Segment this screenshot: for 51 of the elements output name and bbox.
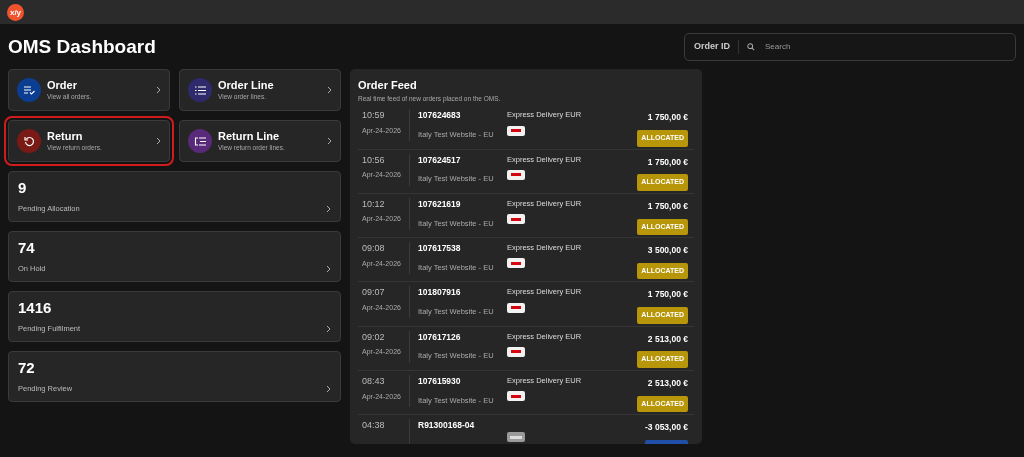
order-time: 09:02 bbox=[362, 330, 386, 344]
order-id[interactable]: 107624517 bbox=[418, 153, 507, 167]
stat-value: 72 bbox=[18, 359, 36, 377]
order-id[interactable]: 101807916 bbox=[418, 286, 507, 300]
chevron-icon bbox=[156, 137, 161, 145]
order-time: 09:08 bbox=[362, 242, 386, 256]
chevron-icon bbox=[326, 384, 331, 393]
search-filter-label[interactable]: Order ID bbox=[694, 40, 739, 54]
list-icon bbox=[194, 85, 206, 95]
order-amount: -3 053,00 € bbox=[645, 421, 688, 435]
return-list-icon bbox=[194, 136, 206, 146]
search-input[interactable]: Search bbox=[763, 40, 1006, 54]
order-time: 09:07 bbox=[362, 286, 386, 300]
order-id[interactable]: 107624683 bbox=[418, 109, 507, 122]
order-id[interactable]: 107617126 bbox=[418, 330, 507, 344]
order-amount: 1 750,00 € bbox=[647, 155, 688, 169]
order-amount: 1 750,00 € bbox=[647, 288, 688, 302]
order-id[interactable]: 107621619 bbox=[418, 197, 507, 211]
order-amount: 2 513,00 € bbox=[647, 377, 688, 390]
tile-title: Return bbox=[47, 129, 84, 143]
order-time: 10:56 bbox=[362, 153, 386, 167]
order-amount: 3 500,00 € bbox=[647, 244, 688, 257]
stat-value: 1416 bbox=[18, 299, 53, 317]
order-amount: 2 513,00 € bbox=[647, 332, 688, 346]
chevron-icon bbox=[326, 204, 331, 213]
order-id[interactable]: 107615930 bbox=[418, 375, 507, 388]
search-field[interactable]: Order ID Search bbox=[684, 33, 1016, 61]
app-logo[interactable]: x/y bbox=[7, 3, 24, 21]
chevron-icon bbox=[327, 137, 332, 145]
tile-title: Order bbox=[47, 78, 78, 92]
panel-title: Order Feed bbox=[358, 78, 418, 93]
order-time: 10:12 bbox=[362, 197, 386, 211]
chevron-icon bbox=[326, 264, 331, 273]
tile-title: Order Line bbox=[218, 78, 274, 92]
search-icon bbox=[747, 43, 755, 51]
stat-value: 74 bbox=[18, 239, 36, 257]
stat-value: 9 bbox=[18, 179, 28, 197]
tile-title: Return Line bbox=[218, 129, 281, 143]
chevron-icon bbox=[326, 324, 331, 333]
order-amount: 1 750,00 € bbox=[647, 111, 688, 124]
order-time: 04:38 bbox=[362, 419, 386, 433]
rotate-arrow-icon bbox=[23, 135, 35, 147]
chevron-icon bbox=[156, 86, 161, 94]
order-id[interactable]: 107617538 bbox=[418, 242, 507, 255]
order-id[interactable]: R91300168-04 bbox=[418, 419, 507, 433]
order-time: 08:43 bbox=[362, 375, 386, 389]
order-amount: 1 750,00 € bbox=[647, 199, 688, 213]
chevron-icon bbox=[327, 86, 332, 94]
order-time: 10:59 bbox=[362, 109, 386, 123]
page-title: OMS Dashboard bbox=[8, 36, 156, 59]
list-check-icon bbox=[23, 85, 35, 95]
